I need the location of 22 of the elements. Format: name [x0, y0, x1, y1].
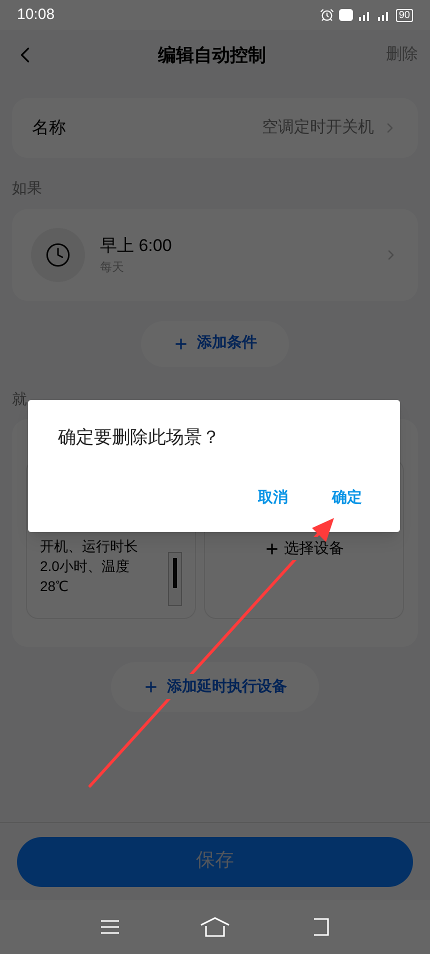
action-description: 开机、运行时长2.0小时、温度28℃ — [40, 537, 138, 596]
air-conditioner-icon — [168, 552, 182, 606]
signal-icon — [376, 9, 391, 21]
home-icon[interactable] — [200, 917, 230, 937]
battery-level: 90 — [396, 8, 413, 22]
plus-icon — [264, 541, 280, 557]
dialog-button[interactable]: 取消 — [258, 487, 288, 510]
dialog-button[interactable]: 确定 — [332, 487, 362, 510]
save-button[interactable]: 保存 — [17, 836, 413, 886]
dialog-message: 确定要删除此场景？ — [58, 426, 221, 449]
clock-icon — [45, 242, 71, 268]
add-condition-button[interactable]: 添加条件 — [141, 320, 289, 366]
plus-icon — [143, 679, 159, 695]
condition-time: 早上 6:00 — [100, 234, 173, 257]
add-delay-device-button[interactable]: 添加延时执行设备 — [111, 662, 319, 712]
plus-icon — [173, 336, 189, 352]
menu-icon[interactable] — [100, 919, 120, 935]
hd-icon — [338, 9, 353, 21]
page-title: 编辑自动控制 — [158, 44, 266, 66]
alarm-icon — [320, 8, 334, 22]
signal-icon — [358, 9, 372, 21]
clock-time: 10:08 — [17, 4, 55, 25]
